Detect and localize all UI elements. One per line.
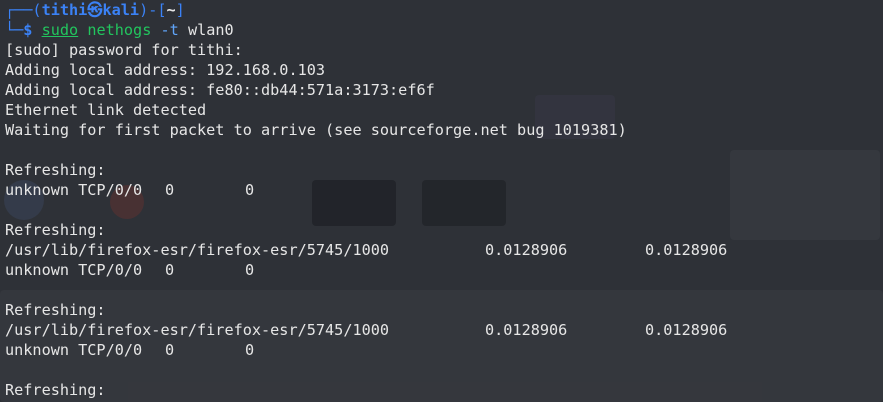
command-flag: -t <box>160 21 179 39</box>
refresh-header: Refreshing: <box>5 161 106 179</box>
traffic-program: unknown TCP/0/0 <box>5 181 143 199</box>
prompt-line-command: └─$ sudo nethogs -t wlan0 <box>5 21 234 39</box>
traffic-sent: 0 <box>165 341 175 359</box>
traffic-program: unknown TCP/0/0 <box>5 341 143 359</box>
terminal-output[interactable]: ┌──(tithi㉿kali)-[~] └─$ sudo nethogs -t … <box>0 0 883 402</box>
traffic-received: 0.0128906 <box>645 241 728 259</box>
skull-icon: ㉿ <box>87 1 103 19</box>
output-line: [sudo] password for tithi: <box>5 41 243 59</box>
traffic-received: 0 <box>245 181 255 199</box>
traffic-program: unknown TCP/0/0 <box>5 261 143 279</box>
prompt-directory: ~ <box>166 1 176 19</box>
output-line: Waiting for first packet to arrive (see … <box>5 121 627 139</box>
traffic-received: 0.0128906 <box>645 321 728 339</box>
refresh-header: Refreshing: <box>5 301 106 319</box>
traffic-received: 0 <box>245 341 255 359</box>
prompt-dollar: $ <box>23 21 33 39</box>
traffic-program: /usr/lib/firefox-esr/firefox-esr/5745/10… <box>5 241 390 259</box>
traffic-row: /usr/lib/firefox-esr/firefox-esr/5745/10… <box>5 240 883 260</box>
command-argument: wlan0 <box>187 21 234 39</box>
traffic-sent: 0.0128906 <box>485 241 568 259</box>
refresh-header: Refreshing: <box>5 381 106 399</box>
traffic-sent: 0 <box>165 181 175 199</box>
output-line: Adding local address: 192.168.0.103 <box>5 61 326 79</box>
command-name: nethogs <box>87 21 152 39</box>
traffic-row: unknown TCP/0/0 0 0 <box>5 260 883 280</box>
prompt-host: kali <box>102 1 140 19</box>
traffic-row: unknown TCP/0/0 0 0 <box>5 340 883 360</box>
command-sudo: sudo <box>41 21 79 39</box>
traffic-row: unknown TCP/0/0 0 0 <box>5 180 883 200</box>
traffic-row: /usr/lib/firefox-esr/firefox-esr/5745/10… <box>5 320 883 340</box>
traffic-sent: 0.0128906 <box>485 321 568 339</box>
output-line: Adding local address: fe80::db44:571a:31… <box>5 81 435 99</box>
refresh-header: Refreshing: <box>5 221 106 239</box>
prompt-user: tithi <box>41 1 88 19</box>
traffic-program: /usr/lib/firefox-esr/firefox-esr/5745/10… <box>5 321 390 339</box>
output-line: Ethernet link detected <box>5 101 207 119</box>
prompt-line-top: ┌──(tithi㉿kali)-[~] <box>5 1 185 19</box>
traffic-received: 0 <box>245 261 255 279</box>
traffic-sent: 0 <box>165 261 175 279</box>
